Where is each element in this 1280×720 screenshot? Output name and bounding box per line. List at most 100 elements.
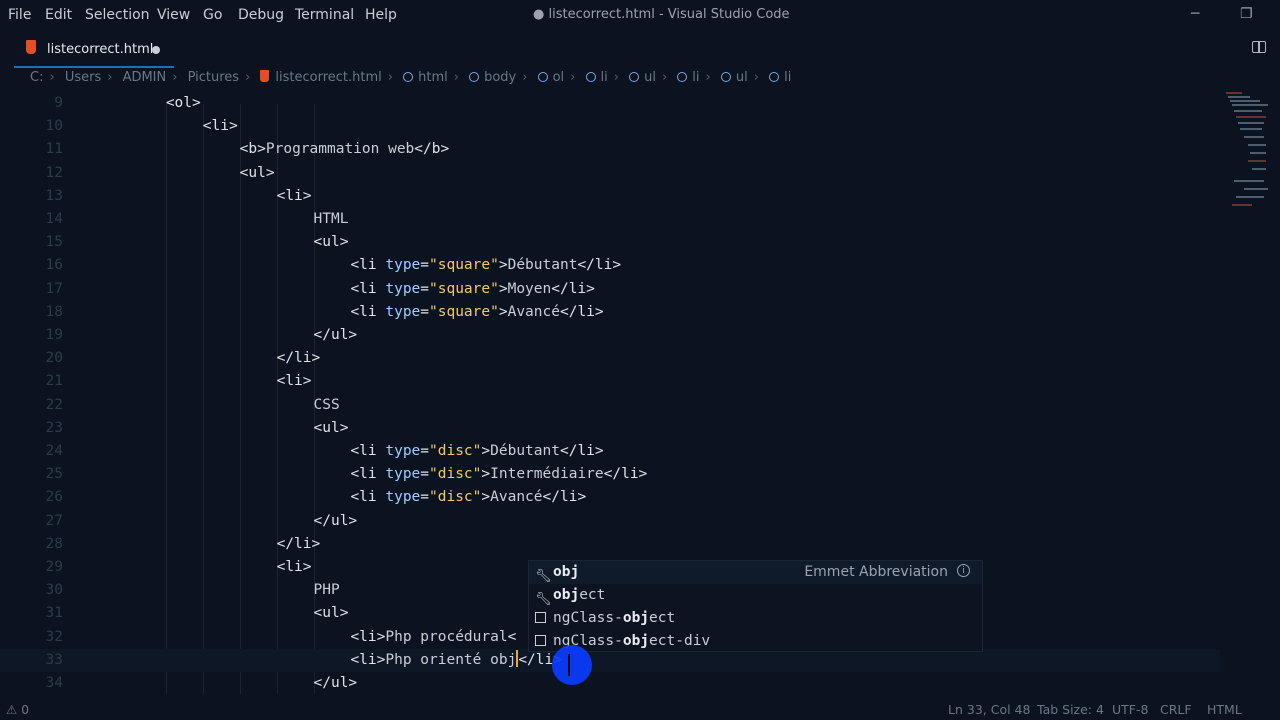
code-token: "square" xyxy=(429,280,499,297)
line-number: 21 xyxy=(45,373,63,390)
code-token: < xyxy=(507,628,517,645)
code-token: <b> xyxy=(239,141,266,158)
encoding[interactable]: UTF-8 xyxy=(1112,702,1148,717)
code-token: Programmation web xyxy=(265,141,415,158)
title-bar: File Edit Selection View Go Debug Termin… xyxy=(0,0,1280,30)
unsaved-dot-icon[interactable] xyxy=(152,46,160,54)
code-token: </ul> xyxy=(313,512,358,529)
code-line[interactable]: 18 <li type="square">Avancé</li> xyxy=(0,301,1220,324)
suggestion-item-ngclass-object-div[interactable]: ngClass-object-div xyxy=(529,630,982,653)
code-line[interactable]: 9 <ol> xyxy=(0,92,1220,115)
code-line[interactable]: 12 <ul> xyxy=(0,162,1220,185)
code-line[interactable]: 17 <li type="square">Moyen</li> xyxy=(0,278,1220,301)
code-token: PHP xyxy=(313,582,340,599)
line-number: 18 xyxy=(45,303,63,320)
line-number: 33 xyxy=(45,651,63,668)
code-line[interactable]: 15 <ul> xyxy=(0,231,1220,254)
code-token: > xyxy=(498,257,508,274)
breadcrumb-pictures[interactable]: Pictures xyxy=(188,70,239,85)
code-token: = xyxy=(420,303,430,320)
code-line[interactable]: 10 <li> xyxy=(0,115,1220,138)
code-token: > xyxy=(481,489,491,506)
menu-go[interactable]: Go xyxy=(203,7,222,23)
line-code: <li type="disc">Débutant</li> xyxy=(350,440,603,463)
suggestion-item-ngclass-object[interactable]: ngClass-object xyxy=(529,607,982,630)
code-token: CSS xyxy=(313,396,340,413)
menu-edit[interactable]: Edit xyxy=(45,7,72,23)
code-line[interactable]: 28 </li> xyxy=(0,533,1220,556)
language-mode[interactable]: HTML xyxy=(1207,702,1242,717)
code-line[interactable]: 23 <ul> xyxy=(0,417,1220,440)
code-line[interactable]: 11 <b>Programmation web</b> xyxy=(0,138,1220,161)
code-line[interactable]: 16 <li type="square">Débutant</li> xyxy=(0,254,1220,277)
info-icon[interactable]: i xyxy=(957,564,970,577)
menu-help[interactable]: Help xyxy=(365,7,397,23)
code-line[interactable]: 20 </li> xyxy=(0,347,1220,370)
code-line[interactable]: 22 CSS xyxy=(0,394,1220,417)
line-ending[interactable]: CRLF xyxy=(1160,702,1192,717)
tab-size[interactable]: Tab Size: 4 xyxy=(1037,702,1104,717)
breadcrumb-li[interactable]: li xyxy=(692,70,699,85)
code-token: type xyxy=(385,303,421,320)
code-token: <ul> xyxy=(313,234,349,251)
code-line[interactable]: 21 <li> xyxy=(0,370,1220,393)
code-token: > xyxy=(498,303,508,320)
breadcrumb-drive[interactable]: C: xyxy=(30,70,43,85)
minimize-icon[interactable]: ─ xyxy=(1191,6,1199,22)
line-number: 30 xyxy=(45,582,63,599)
menu-view[interactable]: View xyxy=(157,7,190,23)
code-line[interactable]: 24 <li type="disc">Débutant</li> xyxy=(0,440,1220,463)
minimap[interactable] xyxy=(1224,92,1268,212)
line-number: 13 xyxy=(45,187,63,204)
line-code: </ul> xyxy=(314,672,358,695)
suggestion-item-obj[interactable]: 🔧︎ obj Emmet Abbreviation i xyxy=(529,561,982,584)
code-line[interactable]: 19 </ul> xyxy=(0,324,1220,347)
line-code: <ol> xyxy=(166,92,201,115)
code-line[interactable]: 27 </ul> xyxy=(0,510,1220,533)
line-number: 29 xyxy=(45,559,63,575)
problems-indicator[interactable]: ⚠ 0 xyxy=(6,702,29,717)
code-token: type xyxy=(385,443,421,459)
breadcrumb-users[interactable]: Users xyxy=(65,70,101,85)
restore-icon[interactable]: ❐ xyxy=(1240,6,1253,22)
code-line[interactable]: 14 HTML xyxy=(0,208,1220,231)
breadcrumb-file[interactable]: listecorrect.html xyxy=(275,70,381,85)
breadcrumb-ol[interactable]: ol xyxy=(553,70,565,85)
tab-listecorrect[interactable]: listecorrect.html xyxy=(14,30,174,68)
code-token: Php orienté obj xyxy=(385,651,517,668)
element-icon xyxy=(469,72,480,82)
code-token: <ul> xyxy=(313,419,349,436)
code-token: <li xyxy=(350,257,386,274)
menu-debug[interactable]: Debug xyxy=(238,7,284,23)
element-icon xyxy=(585,72,596,82)
breadcrumb-body[interactable]: body xyxy=(484,70,516,85)
breadcrumb-html[interactable]: html xyxy=(418,70,448,85)
code-token: <li> xyxy=(202,118,238,135)
line-code: <li> xyxy=(203,115,238,138)
menu-file[interactable]: File xyxy=(8,7,31,23)
split-editor-icon[interactable] xyxy=(1252,41,1266,53)
tab-label: listecorrect.html xyxy=(47,42,154,57)
line-code: <ul> xyxy=(240,162,275,185)
code-line[interactable]: 34 </ul> xyxy=(0,672,1220,695)
line-code: </ul> xyxy=(314,324,358,347)
breadcrumb-ul[interactable]: ul xyxy=(644,70,656,85)
breadcrumb-li[interactable]: li xyxy=(601,70,608,85)
code-token: > xyxy=(481,443,491,459)
line-number: 23 xyxy=(45,419,63,436)
code-line[interactable]: 26 <li type="disc">Avancé</li> xyxy=(0,486,1220,509)
menu-selection[interactable]: Selection xyxy=(85,7,150,23)
cursor-position[interactable]: Ln 33, Col 48 xyxy=(948,702,1030,717)
breadcrumb-ul[interactable]: ul xyxy=(736,70,748,85)
code-line[interactable]: 25 <li type="disc">Intermédiaire</li> xyxy=(0,463,1220,486)
suggestion-item-object[interactable]: 🔧︎ object xyxy=(529,584,982,607)
line-number: 20 xyxy=(45,350,63,367)
code-line[interactable]: 13 <li> xyxy=(0,185,1220,208)
code-token: </li> xyxy=(542,489,587,506)
code-token: type xyxy=(385,466,421,483)
breadcrumb-li[interactable]: li xyxy=(784,70,791,85)
suggestion-rest: ect xyxy=(649,610,676,626)
breadcrumb-admin[interactable]: ADMIN xyxy=(123,70,167,85)
code-token: </li> xyxy=(276,535,321,552)
menu-terminal[interactable]: Terminal xyxy=(295,7,354,23)
